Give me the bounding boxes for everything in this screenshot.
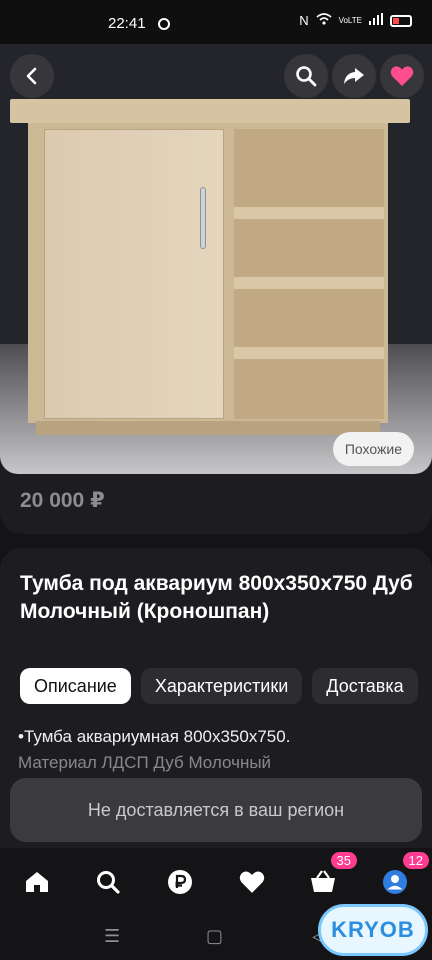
nav-home[interactable] (17, 864, 57, 900)
cabinet-top (10, 99, 410, 123)
nav-profile[interactable]: 12 (375, 852, 429, 900)
nav-favorites[interactable] (232, 864, 272, 900)
chevron-left-icon (26, 67, 37, 85)
heart-icon (239, 871, 265, 893)
cart-badge: 35 (330, 852, 357, 869)
bottom-nav: 35 12 (0, 848, 432, 910)
description-line: Материал ЛДСП Дуб Молочный (18, 753, 272, 772)
cabinet-door (44, 129, 224, 419)
nav-payments[interactable] (160, 864, 200, 900)
signal-icon (369, 13, 383, 28)
price: 20 000 ₽ (20, 489, 105, 512)
notification-icon (158, 18, 170, 30)
cabinet-image (10, 99, 410, 444)
cabinet-handle (200, 187, 206, 249)
profile-badge: 12 (402, 852, 429, 869)
ruble-icon (168, 870, 192, 894)
nav-cart[interactable]: 35 (303, 852, 357, 900)
listing-title: Тумба под аквариум 800х350х750 Дуб Молоч… (20, 572, 413, 623)
home-square-icon[interactable]: ▢ (206, 926, 223, 947)
cabinet-open-section (234, 129, 384, 419)
status-bar: 22:41 N VoLTE (0, 0, 432, 44)
tabs: Описание Характеристики Доставка (20, 668, 418, 704)
favorite-button[interactable] (380, 54, 424, 98)
search-icon (296, 66, 317, 87)
status-icons: N VoLTE (299, 13, 412, 28)
heart-icon (390, 66, 414, 86)
battery-icon (390, 14, 412, 27)
home-icon (26, 872, 48, 892)
cart-icon (311, 870, 335, 892)
tab-description[interactable]: Описание (20, 668, 131, 704)
media-card: Похожие (0, 44, 432, 534)
cabinet-shelf (234, 347, 384, 359)
cabinet-shelf (234, 207, 384, 219)
share-arrow-icon (344, 68, 364, 84)
nfc-icon: N (299, 13, 309, 28)
wifi-icon (316, 13, 332, 28)
watermark-logo: KRYOB (318, 904, 428, 956)
status-time: 22:41 (108, 15, 146, 32)
menu-icon[interactable]: ☰ (104, 926, 120, 947)
volte-label: VoLTE (338, 15, 362, 25)
delivery-notice-button[interactable]: Не доставляется в ваш регион (10, 778, 422, 842)
cabinet-shelf (234, 277, 384, 289)
tab-delivery[interactable]: Доставка (312, 668, 418, 704)
search-button[interactable] (284, 54, 328, 98)
back-button[interactable] (10, 54, 54, 98)
cabinet-base (36, 421, 380, 435)
similar-button[interactable]: Похожие (332, 432, 414, 466)
share-button[interactable] (332, 54, 376, 98)
profile-icon (383, 870, 407, 894)
tab-characteristics[interactable]: Характеристики (140, 668, 303, 704)
description: •Тумба аквариумная 800х350х750. Материал… (18, 724, 418, 776)
search-icon (97, 871, 120, 894)
product-photo[interactable]: Похожие (0, 44, 432, 474)
nav-search[interactable] (88, 864, 128, 900)
description-line: •Тумба аквариумная 800х350х750. (18, 727, 291, 746)
